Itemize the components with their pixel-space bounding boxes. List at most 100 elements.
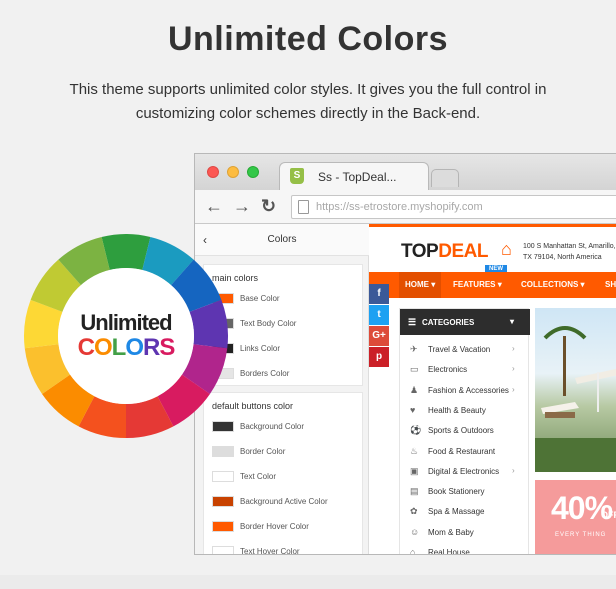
wheel-letter: R: [143, 334, 160, 361]
wheel-segment: [101, 233, 151, 270]
beach-banner-image[interactable]: [535, 308, 616, 472]
color-setting-label: Background Color: [240, 422, 305, 431]
page-subtitle: This theme supports unlimited color styl…: [40, 78, 576, 126]
color-setting-label: Border Color: [240, 447, 286, 456]
maximize-window-button[interactable]: [247, 166, 259, 178]
store-header: TOPDEAL NEW ⌂ 100 S Manhattan St, Amaril…: [369, 224, 616, 273]
google-plus-icon[interactable]: G+: [369, 326, 389, 346]
category-item[interactable]: ♥ Health & Beauty: [400, 400, 530, 420]
category-icon: ✿: [410, 506, 418, 517]
category-item[interactable]: ▤ Book Stationery: [400, 481, 530, 501]
category-item[interactable]: ✈ Travel & Vacation ›: [400, 339, 530, 359]
address-line: TX 79104, North America: [523, 254, 602, 261]
pinterest-icon[interactable]: p: [369, 347, 389, 367]
category-label: Book Stationery: [428, 487, 485, 497]
page-title: Unlimited Colors: [167, 20, 449, 58]
minimize-window-button[interactable]: [227, 166, 239, 178]
browser-window: S Ss - TopDeal... ← → ↻ https://ss-etros…: [194, 153, 616, 555]
category-icon: ▭: [410, 364, 419, 375]
browser-titlebar: S Ss - TopDeal...: [195, 154, 616, 190]
category-item[interactable]: ▭ Electronics ›: [400, 359, 530, 379]
category-icon: ⌂: [410, 547, 416, 555]
category-icon: ▤: [410, 486, 419, 497]
category-icon: ▣: [410, 465, 419, 476]
home-icon: ⌂: [501, 239, 512, 259]
category-item[interactable]: ⌂ Real House: [400, 542, 530, 555]
reload-icon[interactable]: ↻: [261, 196, 276, 217]
chevron-right-icon: ›: [512, 384, 515, 394]
color-setting-row: Text Hover Color: [212, 544, 362, 555]
category-label: Health & Beauty: [428, 405, 486, 415]
category-icon: ✈: [410, 344, 418, 354]
new-tab-button[interactable]: [431, 169, 459, 187]
color-setting-label: Links Color: [240, 344, 281, 353]
category-label: Travel & Vacation: [428, 345, 491, 354]
chevron-right-icon: ›: [512, 344, 515, 353]
logo-part: TOP: [401, 241, 439, 262]
wheel-letter: C: [77, 334, 95, 361]
category-icon: ♨: [410, 445, 419, 456]
categories-box: ☰ CATEGORIES ▾ ✈ Travel & Vacation › ▭ Elect…: [399, 308, 530, 555]
facebook-icon[interactable]: f: [369, 284, 389, 304]
color-swatch[interactable]: [212, 446, 234, 457]
tab-title: Ss - TopDeal...: [318, 170, 397, 184]
color-setting-label: Borders Color: [240, 369, 290, 378]
wheel-letter: L: [111, 334, 127, 361]
browser-toolbar: ← → ↻ https://ss-etrostore.myshopify.com: [195, 190, 616, 224]
color-setting-label: Border Hover Color: [240, 522, 309, 531]
caret-down-icon: ▾: [510, 317, 515, 326]
store-menu: HOME ▾ FEATURES ▾ COLLECTIONS ▾ SH: [369, 272, 616, 298]
color-setting-row: Text Color: [212, 469, 362, 489]
sale-subtext: EVERY THING: [555, 532, 607, 538]
page-icon: [298, 200, 309, 214]
color-setting-row: Background Active Color: [212, 494, 362, 514]
sale-banner[interactable]: 40% OFF EVERY THING: [535, 480, 616, 554]
color-setting-label: Text Color: [240, 472, 277, 481]
store-logo[interactable]: TOPDEAL: [401, 241, 488, 263]
store-address: 100 S Manhattan St, Amarillo, TX 79104, …: [523, 241, 616, 263]
color-swatch[interactable]: [212, 521, 234, 532]
color-setting-label: Text Body Color: [240, 319, 297, 328]
bottom-bar: [0, 575, 616, 589]
category-item[interactable]: ♟ Fashion & Accessories ›: [400, 380, 530, 400]
chevron-right-icon: ›: [512, 465, 515, 475]
category-item[interactable]: ▣ Digital & Electronics ›: [400, 461, 530, 481]
url-text: https://ss-etrostore.myshopify.com: [316, 201, 483, 213]
color-swatch[interactable]: [212, 496, 234, 507]
category-label: Mom & Baby: [428, 527, 474, 537]
color-setting-label: Text Hover Color: [240, 547, 300, 555]
category-item[interactable]: ☺ Mom & Baby: [400, 522, 530, 542]
forward-arrow-icon[interactable]: →: [233, 196, 251, 217]
subtitle-line: customizing color schemes directly in th…: [135, 105, 481, 122]
category-label: Fashion & Accessories: [428, 385, 509, 395]
menu-features[interactable]: FEATURES ▾: [453, 280, 502, 289]
color-setting-row: Text Body Color: [212, 316, 362, 336]
color-setting-label: Background Active Color: [240, 497, 328, 506]
category-item[interactable]: ⚽ Sports & Outdoors: [400, 420, 530, 440]
chevron-right-icon: ›: [512, 364, 515, 374]
color-setting-row: Borders Color: [212, 366, 362, 386]
color-setting-row: Border Hover Color: [212, 519, 362, 539]
category-icon: ⚽: [410, 425, 422, 436]
browser-tab[interactable]: S Ss - TopDeal...: [279, 162, 429, 190]
color-swatch[interactable]: [212, 546, 234, 554]
back-arrow-icon[interactable]: ←: [205, 196, 223, 217]
category-item[interactable]: ✿ Spa & Massage: [400, 501, 530, 521]
beach-scene: [535, 326, 616, 472]
categories-title: CATEGORIES: [422, 318, 475, 327]
address-bar[interactable]: https://ss-etrostore.myshopify.com: [291, 195, 616, 219]
categories-header[interactable]: ☰ CATEGORIES ▾: [400, 309, 530, 335]
category-item[interactable]: ♨ Food & Restaurant: [400, 441, 530, 461]
menu-shop[interactable]: SH: [605, 280, 616, 289]
social-bar: f t G+ p: [369, 284, 389, 368]
close-window-button[interactable]: [207, 166, 219, 178]
category-icon: ♟: [410, 384, 419, 395]
menu-home[interactable]: HOME ▾: [399, 272, 442, 298]
address-line: 100 S Manhattan St, Amarillo,: [523, 243, 616, 250]
shopify-bag-icon: S: [290, 168, 304, 184]
color-swatch[interactable]: [212, 471, 234, 482]
twitter-icon[interactable]: t: [369, 305, 389, 325]
color-setting-label: Base Color: [240, 294, 280, 303]
menu-collections[interactable]: COLLECTIONS ▾: [521, 280, 585, 289]
wheel-letter: O: [125, 334, 144, 361]
